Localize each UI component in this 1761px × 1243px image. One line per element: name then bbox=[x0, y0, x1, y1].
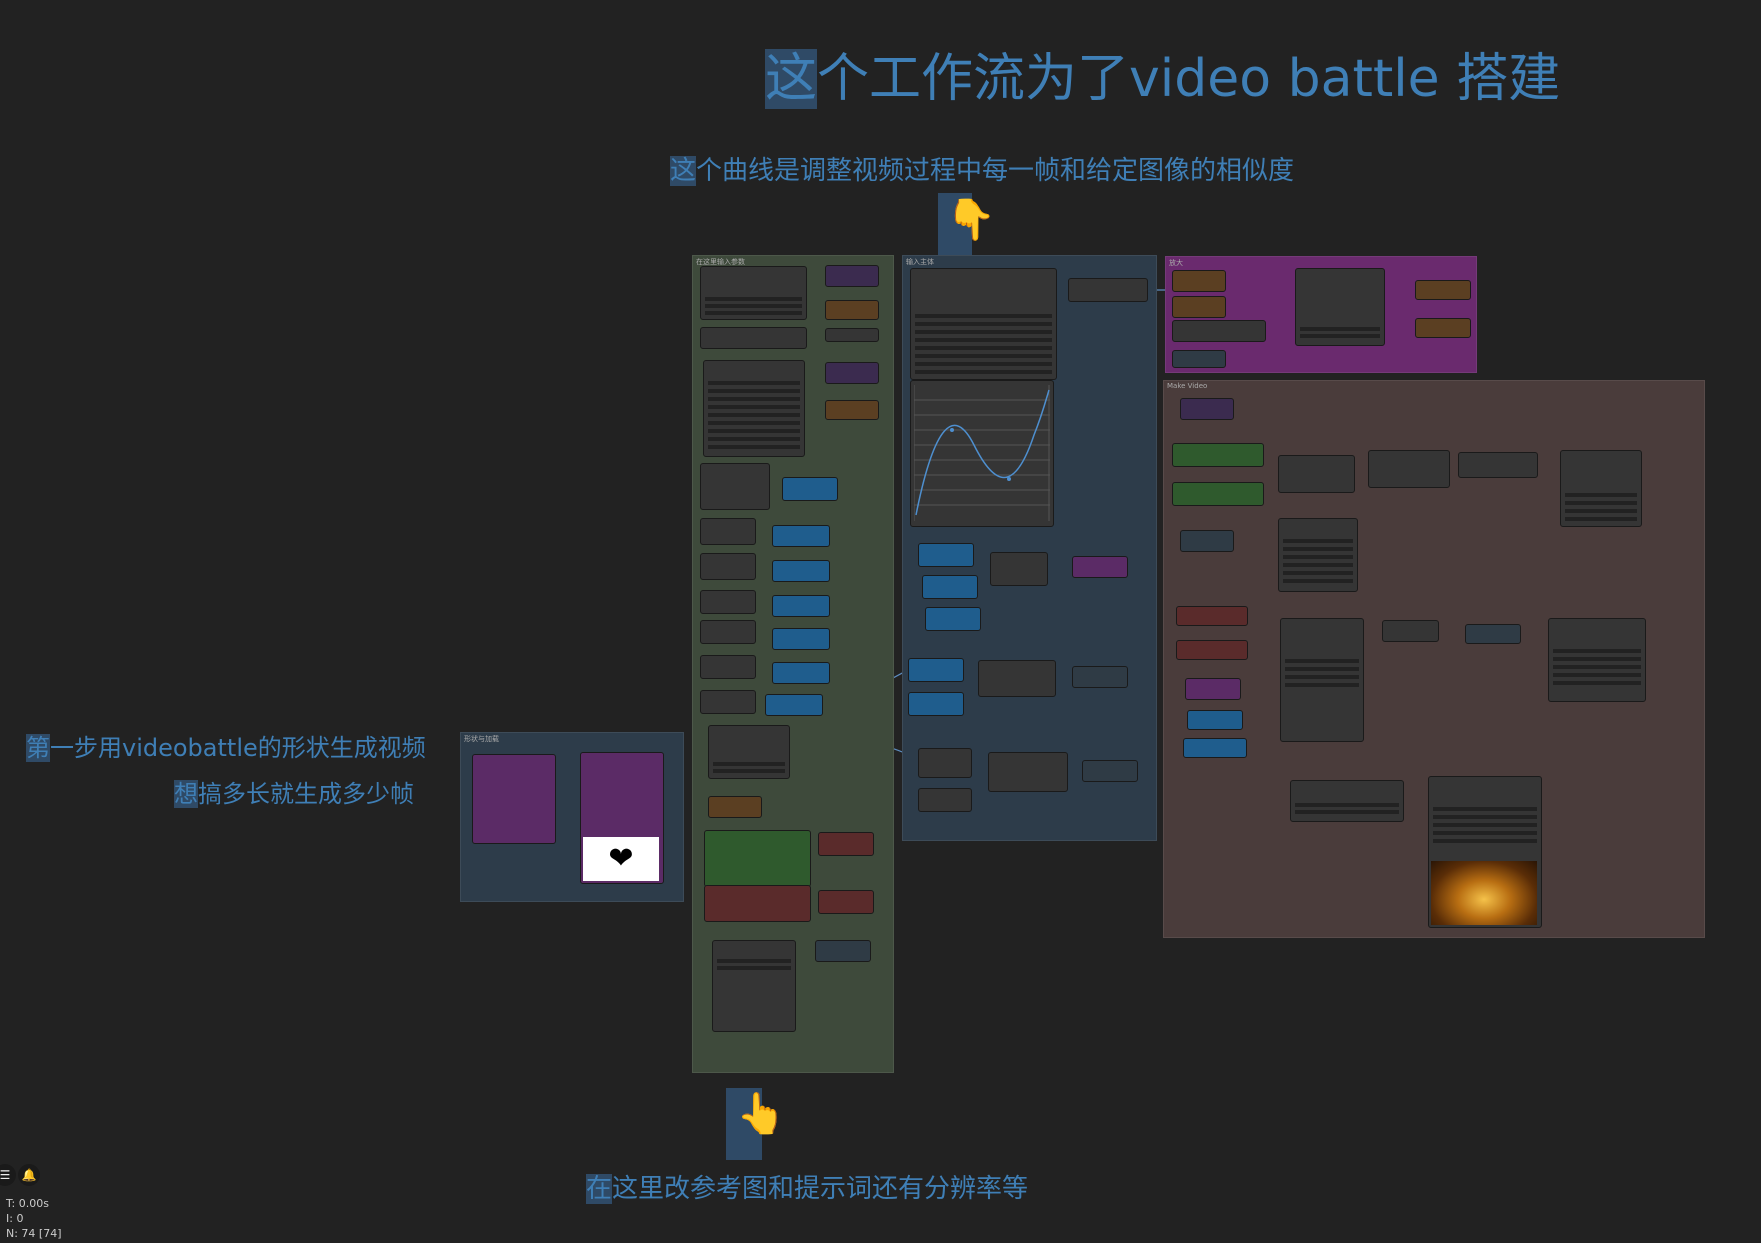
node-blue-10[interactable] bbox=[925, 607, 981, 631]
node-int-1[interactable] bbox=[700, 590, 756, 614]
node-frame-interpolation[interactable] bbox=[1290, 780, 1404, 822]
stat-iterations: I: 0 bbox=[6, 1212, 24, 1225]
node-slate-5[interactable] bbox=[1180, 530, 1234, 552]
node-orange-2[interactable] bbox=[825, 400, 879, 420]
node-advanced-control[interactable] bbox=[1172, 320, 1266, 342]
node-math-2[interactable] bbox=[978, 660, 1056, 697]
node-green-1[interactable] bbox=[1172, 443, 1264, 467]
weight-curve-graph[interactable] bbox=[914, 385, 1050, 521]
node-unified-loader[interactable] bbox=[1068, 278, 1148, 302]
node-sampler-settings[interactable] bbox=[825, 328, 879, 342]
stat-time: T: 0.00s bbox=[6, 1197, 49, 1210]
node-orange-1[interactable] bbox=[825, 300, 879, 320]
node-blue-7[interactable] bbox=[765, 694, 823, 716]
node-animatediff-3[interactable] bbox=[1278, 518, 1358, 592]
node-slate-2[interactable] bbox=[1072, 666, 1128, 688]
node-shape-source[interactable] bbox=[472, 754, 556, 844]
node-blue-6[interactable] bbox=[772, 662, 830, 684]
node-shape-preview[interactable]: ❤ bbox=[580, 752, 664, 884]
node-blue-2[interactable] bbox=[772, 525, 830, 547]
node-orange-4[interactable] bbox=[1172, 270, 1226, 292]
node-purple-5[interactable] bbox=[1185, 678, 1241, 700]
node-slate-6[interactable] bbox=[1465, 624, 1521, 644]
node-context-options[interactable] bbox=[703, 360, 805, 457]
node-math-4[interactable] bbox=[918, 788, 972, 812]
node-video-combine-1[interactable] bbox=[1548, 618, 1646, 702]
node-blue-3[interactable] bbox=[772, 560, 830, 582]
node-red-3[interactable] bbox=[1176, 606, 1248, 626]
node-animatediff-1[interactable] bbox=[1278, 455, 1355, 493]
node-load-checkpoint[interactable] bbox=[700, 266, 807, 320]
node-motion-model[interactable] bbox=[700, 463, 770, 510]
node-purple-1[interactable] bbox=[825, 265, 879, 287]
group-title: Make Video bbox=[1167, 382, 1208, 390]
node-math-1[interactable] bbox=[990, 552, 1048, 586]
group-title: 输入主体 bbox=[906, 258, 934, 266]
node-blue-12[interactable] bbox=[908, 692, 964, 716]
stat-nodes: N: 74 [74] bbox=[6, 1227, 62, 1240]
group-title: 形状与加载 bbox=[464, 735, 499, 743]
node-ipadapter[interactable] bbox=[910, 268, 1057, 380]
node-orange-6[interactable] bbox=[1415, 280, 1471, 300]
node-blue-14[interactable] bbox=[1183, 738, 1247, 758]
node-sampler-a[interactable] bbox=[1458, 452, 1538, 478]
node-blue-13[interactable] bbox=[1187, 710, 1243, 730]
node-animatediff-2[interactable] bbox=[1368, 450, 1450, 488]
node-orange-3[interactable] bbox=[708, 796, 762, 818]
node-sampler-b[interactable] bbox=[1560, 450, 1642, 527]
node-int-2[interactable] bbox=[700, 620, 756, 644]
node-vhs-load-video[interactable] bbox=[708, 725, 790, 779]
node-red-4[interactable] bbox=[1176, 640, 1248, 660]
node-green-2[interactable] bbox=[1172, 482, 1264, 506]
node-slate-1[interactable] bbox=[815, 940, 871, 962]
output-preview-image bbox=[1431, 861, 1537, 925]
node-weight-curve[interactable] bbox=[910, 380, 1054, 527]
node-height[interactable] bbox=[700, 553, 756, 580]
node-orange-7[interactable] bbox=[1415, 318, 1471, 338]
node-math-3[interactable] bbox=[918, 748, 972, 778]
heart-icon: ❤ bbox=[608, 841, 634, 876]
node-slate-3[interactable] bbox=[1082, 760, 1138, 782]
node-blue-5[interactable] bbox=[772, 628, 830, 650]
node-video-combine-2[interactable] bbox=[1428, 776, 1542, 928]
notification-bell-icon[interactable]: 🔔 bbox=[18, 1164, 40, 1186]
node-vae-decode[interactable] bbox=[1382, 620, 1439, 642]
node-negative-prompt[interactable] bbox=[704, 885, 811, 922]
node-lora[interactable] bbox=[700, 327, 807, 349]
node-blue-9[interactable] bbox=[922, 575, 978, 599]
node-blue-11[interactable] bbox=[908, 658, 964, 682]
node-slate-4[interactable] bbox=[1172, 350, 1226, 368]
node-blue-1[interactable] bbox=[782, 477, 838, 501]
group-title: 放大 bbox=[1169, 259, 1183, 267]
node-int-4[interactable] bbox=[700, 690, 756, 714]
node-purple-4[interactable] bbox=[1180, 398, 1234, 420]
node-advanced-controlnet[interactable] bbox=[1295, 268, 1385, 346]
node-blue-4[interactable] bbox=[772, 595, 830, 617]
node-width[interactable] bbox=[700, 518, 756, 545]
node-purple-2[interactable] bbox=[825, 362, 879, 384]
node-positive-prompt[interactable] bbox=[704, 830, 811, 887]
node-ksampler[interactable] bbox=[1280, 618, 1364, 742]
node-orange-5[interactable] bbox=[1172, 296, 1226, 318]
node-red-1[interactable] bbox=[818, 832, 874, 856]
node-int-3[interactable] bbox=[700, 655, 756, 679]
render-stats: T: 0.00s I: 0 N: 74 [74] bbox=[6, 1196, 62, 1241]
node-purple-3[interactable] bbox=[1072, 556, 1128, 578]
node-load-image[interactable] bbox=[712, 940, 796, 1032]
shape-preview-canvas: ❤ bbox=[583, 837, 659, 881]
node-math-5[interactable] bbox=[988, 752, 1068, 792]
node-blue-8[interactable] bbox=[918, 543, 974, 567]
node-red-2[interactable] bbox=[818, 890, 874, 914]
